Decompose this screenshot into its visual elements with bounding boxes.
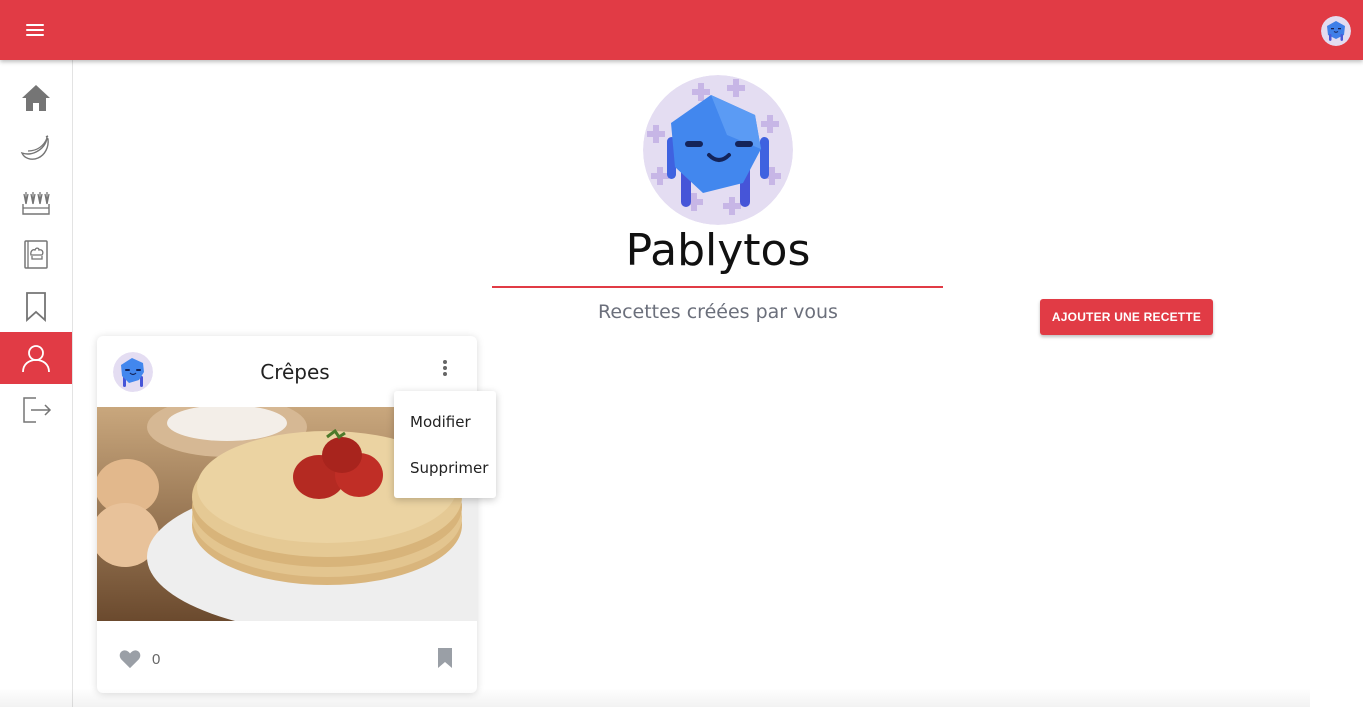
main-content: Pablytos Recettes créées par vous AJOUTE… xyxy=(73,60,1363,707)
sidebar-item-home[interactable] xyxy=(0,72,72,124)
sidebar-item-vegetables[interactable] xyxy=(0,176,72,228)
like-button[interactable] xyxy=(119,649,141,669)
recipe-options-button[interactable] xyxy=(433,356,457,382)
menu-item-delete[interactable]: Supprimer xyxy=(394,446,496,490)
sidebar-item-profile[interactable] xyxy=(0,332,72,384)
kebab-dot-icon xyxy=(443,372,447,376)
user-avatar-icon xyxy=(1321,16,1351,46)
recipe-title: Crêpes xyxy=(260,360,330,384)
sidebar-item-favorites[interactable] xyxy=(0,280,72,332)
add-recipe-button[interactable]: AJOUTER UNE RECETTE xyxy=(1040,299,1213,335)
user-avatar[interactable] xyxy=(1321,16,1351,46)
hamburger-icon xyxy=(26,29,44,31)
kebab-dot-icon xyxy=(443,366,447,370)
hamburger-menu-button[interactable] xyxy=(18,18,54,44)
vegetables-icon xyxy=(22,192,50,215)
page-bottom-shadow xyxy=(0,688,1310,707)
banana-icon xyxy=(20,135,49,160)
kebab-dot-icon xyxy=(443,360,447,364)
sidebar-item-fruits[interactable] xyxy=(0,124,72,176)
menu-item-edit[interactable]: Modifier xyxy=(394,400,496,444)
profile-username: Pablytos xyxy=(625,225,811,276)
profile-avatar xyxy=(643,75,793,225)
like-count: 0 xyxy=(152,651,161,668)
home-icon xyxy=(22,85,50,111)
card-author-avatar xyxy=(113,352,153,392)
top-app-bar xyxy=(0,0,1363,60)
robot-avatar-icon xyxy=(643,75,793,225)
username-divider xyxy=(492,286,943,288)
profile-icon xyxy=(22,345,50,373)
logout-icon xyxy=(23,397,52,423)
bookmark-icon xyxy=(26,292,46,322)
bookmark-button[interactable] xyxy=(437,648,453,668)
heart-icon xyxy=(119,650,141,669)
section-subtitle: Recettes créées par vous xyxy=(598,301,838,323)
sidebar xyxy=(0,60,73,707)
hamburger-icon xyxy=(26,24,44,26)
recipe-options-menu: Modifier Supprimer xyxy=(394,391,496,498)
bookmark-icon xyxy=(438,648,452,668)
hamburger-icon xyxy=(26,34,44,36)
robot-avatar-icon xyxy=(113,352,153,392)
sidebar-item-logout[interactable] xyxy=(0,384,72,436)
card-footer: 0 xyxy=(97,621,477,693)
recipe-card[interactable]: Crêpes 0 xyxy=(97,336,477,693)
sidebar-item-recipes[interactable] xyxy=(0,228,72,280)
recipe-book-icon xyxy=(24,240,48,269)
